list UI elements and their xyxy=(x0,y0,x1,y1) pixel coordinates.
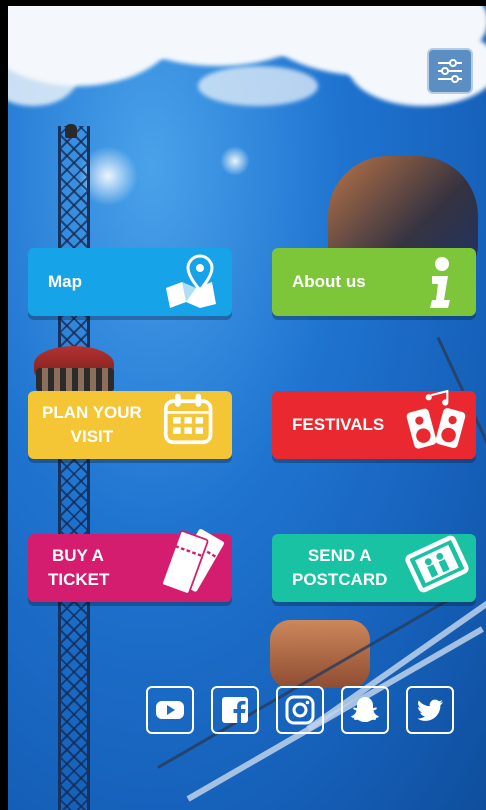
tickets-icon xyxy=(161,529,224,595)
plan-line-2: VISIT xyxy=(70,427,114,446)
settings-button[interactable] xyxy=(427,48,473,94)
plan-your-visit-label: PLAN YOUR VISIT xyxy=(28,401,142,449)
map-pin-icon xyxy=(166,254,216,308)
instagram-icon xyxy=(285,695,315,725)
send-postcard-label: SEND A POSTCARD xyxy=(272,544,387,592)
festivals-label: FESTIVALS xyxy=(292,415,385,434)
buy-ticket-label: BUY A TICKET xyxy=(28,544,109,592)
calendar-icon xyxy=(163,393,213,445)
ticket-line-2: TICKET xyxy=(48,570,110,589)
youtube-icon xyxy=(156,701,184,719)
sliders-icon xyxy=(438,59,462,83)
plan-your-visit-button[interactable]: PLAN YOUR VISIT xyxy=(28,391,232,459)
snapchat-button[interactable] xyxy=(341,686,389,734)
postcard-line-1: SEND A xyxy=(307,546,372,565)
instagram-button[interactable] xyxy=(276,686,324,734)
facebook-icon xyxy=(222,697,248,723)
map-button[interactable]: Map xyxy=(28,248,232,316)
snapchat-icon xyxy=(351,697,379,722)
twitter-icon xyxy=(417,699,443,721)
send-postcard-button[interactable]: SEND A POSTCARD xyxy=(272,534,476,602)
postcard-icon xyxy=(405,535,469,593)
buy-ticket-button[interactable]: BUY A TICKET xyxy=(28,529,232,602)
info-icon xyxy=(430,257,450,308)
about-us-label: About us xyxy=(292,272,366,291)
facebook-button[interactable] xyxy=(211,686,259,734)
app-screen: Map About us PLAN YOUR VISIT FESTIVALS B… xyxy=(8,6,486,810)
plan-line-1: PLAN YOUR xyxy=(42,403,142,422)
ticket-line-1: BUY A xyxy=(52,546,104,565)
speakers-music-icon xyxy=(406,389,466,449)
twitter-button[interactable] xyxy=(406,686,454,734)
festivals-button[interactable]: FESTIVALS xyxy=(272,389,476,459)
postcard-line-2: POSTCARD xyxy=(292,570,388,589)
youtube-button[interactable] xyxy=(146,686,194,734)
map-label: Map xyxy=(48,272,82,291)
about-us-button[interactable]: About us xyxy=(272,248,476,316)
